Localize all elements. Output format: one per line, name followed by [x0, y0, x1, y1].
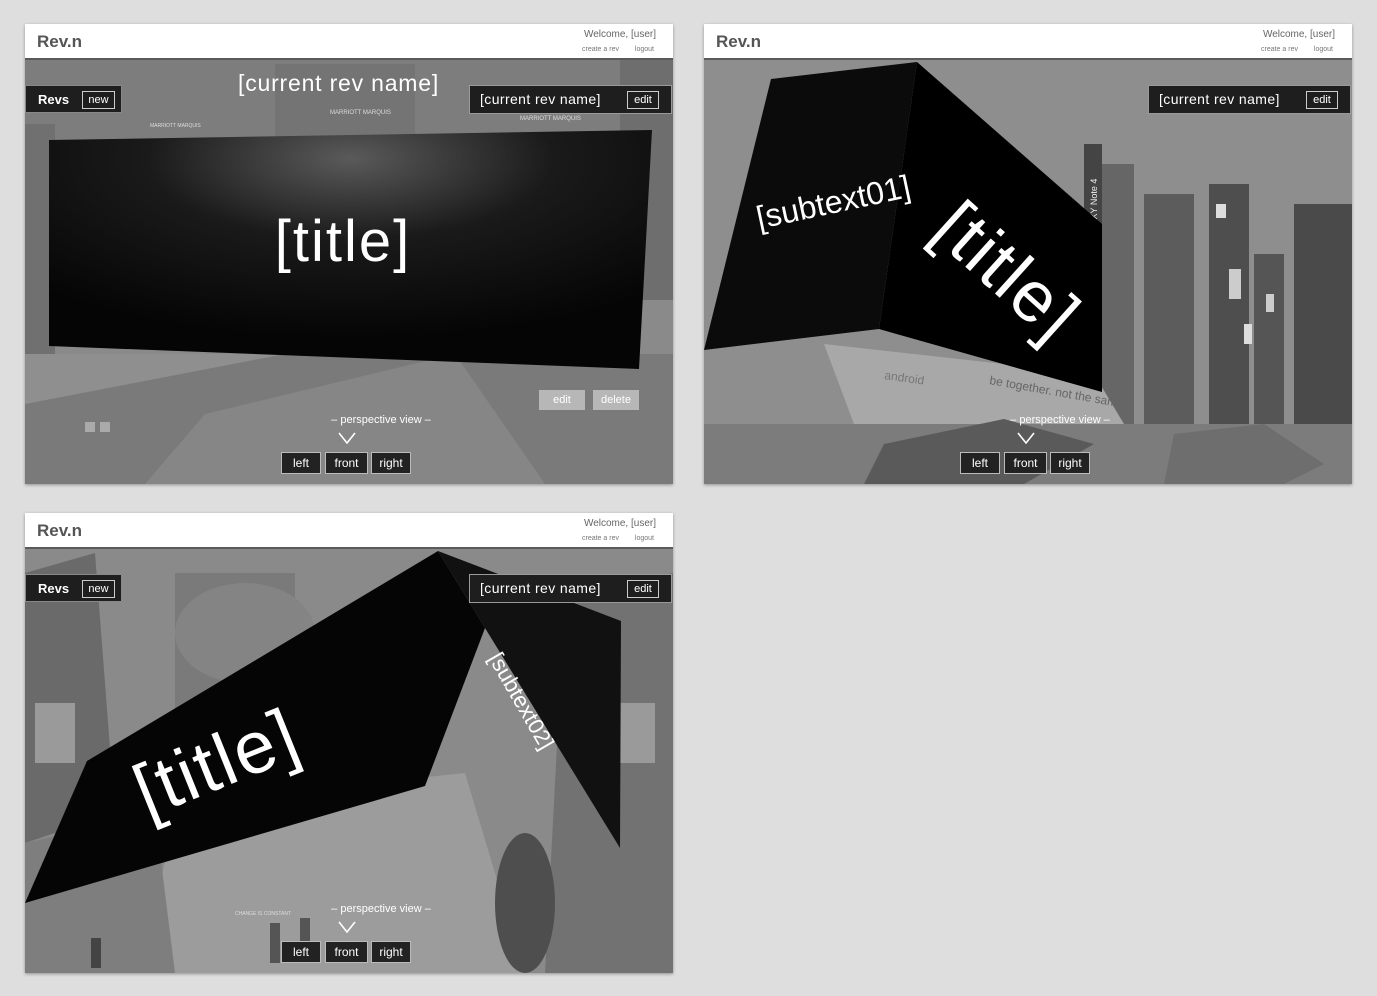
delete-billboard-button[interactable]: delete [593, 390, 639, 410]
welcome-text: Welcome, [user] [583, 29, 656, 40]
app-logo[interactable]: Rev.n [37, 32, 82, 52]
view-left-button[interactable]: left [960, 452, 1000, 474]
view-right-button[interactable]: right [371, 941, 411, 963]
view-front-button[interactable]: front [1004, 452, 1047, 474]
bg-sign-marriott-1: MARRIOTT MARQUIS [330, 110, 391, 116]
bg-sign-marriott-3: MARRIOTT MARQUIS [150, 123, 201, 129]
create-rev-link[interactable]: create a rev [1261, 46, 1298, 53]
edit-rev-name-button[interactable]: edit [627, 580, 659, 598]
logout-link[interactable]: logout [1314, 46, 1333, 53]
new-rev-button[interactable]: new [82, 91, 115, 109]
app-header: Rev.n Welcome, [user] create a rev logou… [25, 513, 673, 549]
current-rev-bar: [current rev name] edit [1148, 85, 1351, 114]
welcome-text: Welcome, [user] [583, 518, 656, 529]
current-rev-bar: [current rev name] edit [469, 574, 672, 603]
billboard-title: [title] [275, 209, 412, 274]
create-rev-link[interactable]: create a rev [582, 535, 619, 542]
edit-rev-name-button[interactable]: edit [1306, 91, 1338, 109]
perspective-view-label: – perspective view – [331, 414, 431, 426]
current-rev-bar: [current rev name] edit [469, 85, 672, 114]
logout-link[interactable]: logout [635, 46, 654, 53]
view-right-button[interactable]: right [1050, 452, 1090, 474]
welcome-text: Welcome, [user] [1262, 29, 1335, 40]
app-logo[interactable]: Rev.n [716, 32, 761, 52]
view-left-button[interactable]: left [281, 452, 321, 474]
bg-sign-marriott-2: MARRIOTT MARQUIS [520, 116, 581, 122]
chevron-down-icon [338, 432, 356, 444]
front-view-panel: MARRIOTT MARQUIS MARRIOTT MARQUIS MARRIO… [25, 24, 673, 484]
view-front-button[interactable]: front [325, 941, 368, 963]
app-header: Rev.n Welcome, [user] create a rev logou… [25, 24, 673, 60]
logout-link[interactable]: logout [635, 535, 654, 542]
revs-label: Revs [38, 92, 70, 107]
current-rev-name: [current rev name] [480, 580, 601, 596]
edit-billboard-button[interactable]: edit [539, 390, 585, 410]
perspective-view-label: – perspective view – [331, 903, 431, 915]
left-view-panel: CHANGE IS CONSTANT [title] [subtext02] R… [25, 513, 673, 973]
revs-panel: Revs new [25, 85, 122, 113]
revs-label: Revs [38, 581, 70, 596]
app-logo[interactable]: Rev.n [37, 521, 82, 541]
header-links: create a rev logout [1247, 46, 1333, 53]
chevron-down-icon [338, 921, 356, 933]
current-rev-title: [current rev name] [238, 70, 440, 96]
current-rev-name: [current rev name] [1159, 91, 1280, 107]
view-left-button[interactable]: left [281, 941, 321, 963]
edit-rev-name-button[interactable]: edit [627, 91, 659, 109]
perspective-view-label: – perspective view – [1010, 414, 1110, 426]
chevron-down-icon [1017, 432, 1035, 444]
right-view-panel: Samsung GALAXY Note 4 android be togethe… [704, 24, 1352, 484]
bg-sign-change: CHANGE IS CONSTANT [235, 911, 291, 917]
create-rev-link[interactable]: create a rev [582, 46, 619, 53]
header-links: create a rev logout [568, 46, 654, 53]
app-header: Rev.n Welcome, [user] create a rev logou… [704, 24, 1352, 60]
current-rev-name: [current rev name] [480, 91, 601, 107]
view-front-button[interactable]: front [325, 452, 368, 474]
new-rev-button[interactable]: new [82, 580, 115, 598]
header-links: create a rev logout [568, 535, 654, 542]
revs-panel: Revs new [25, 574, 122, 602]
view-right-button[interactable]: right [371, 452, 411, 474]
